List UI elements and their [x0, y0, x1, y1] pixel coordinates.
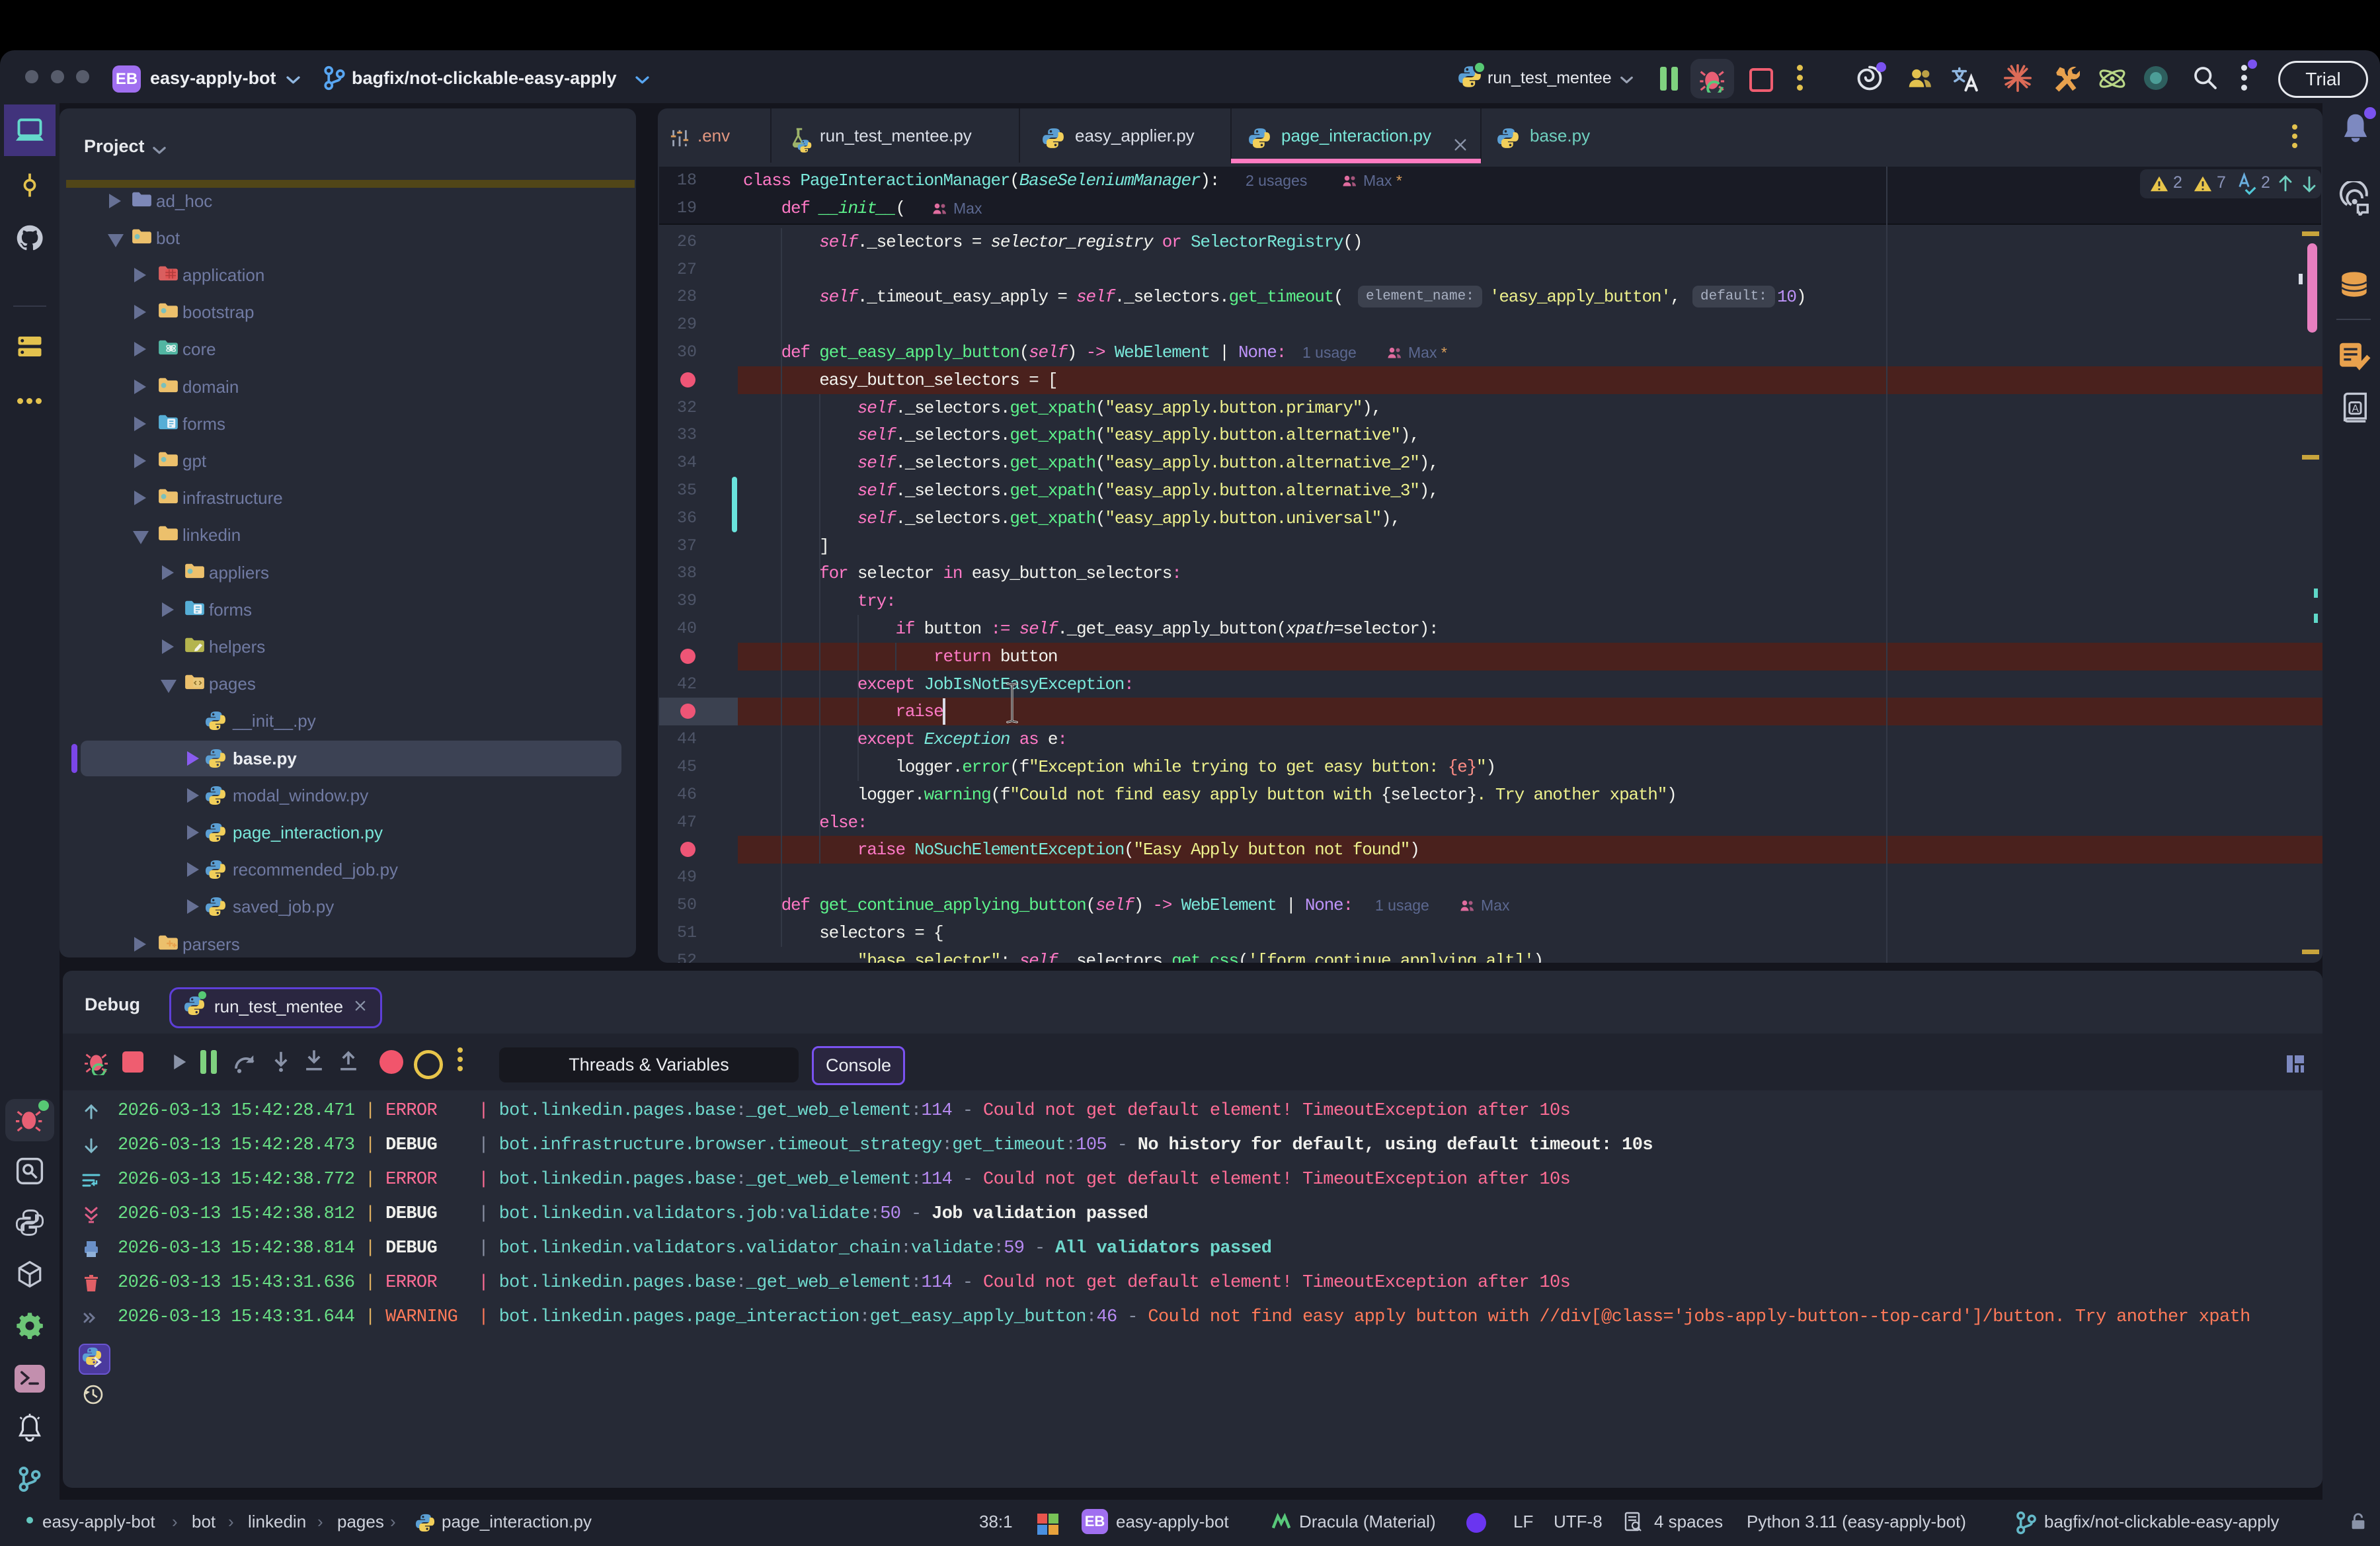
svg-text:A: A	[2352, 403, 2359, 415]
